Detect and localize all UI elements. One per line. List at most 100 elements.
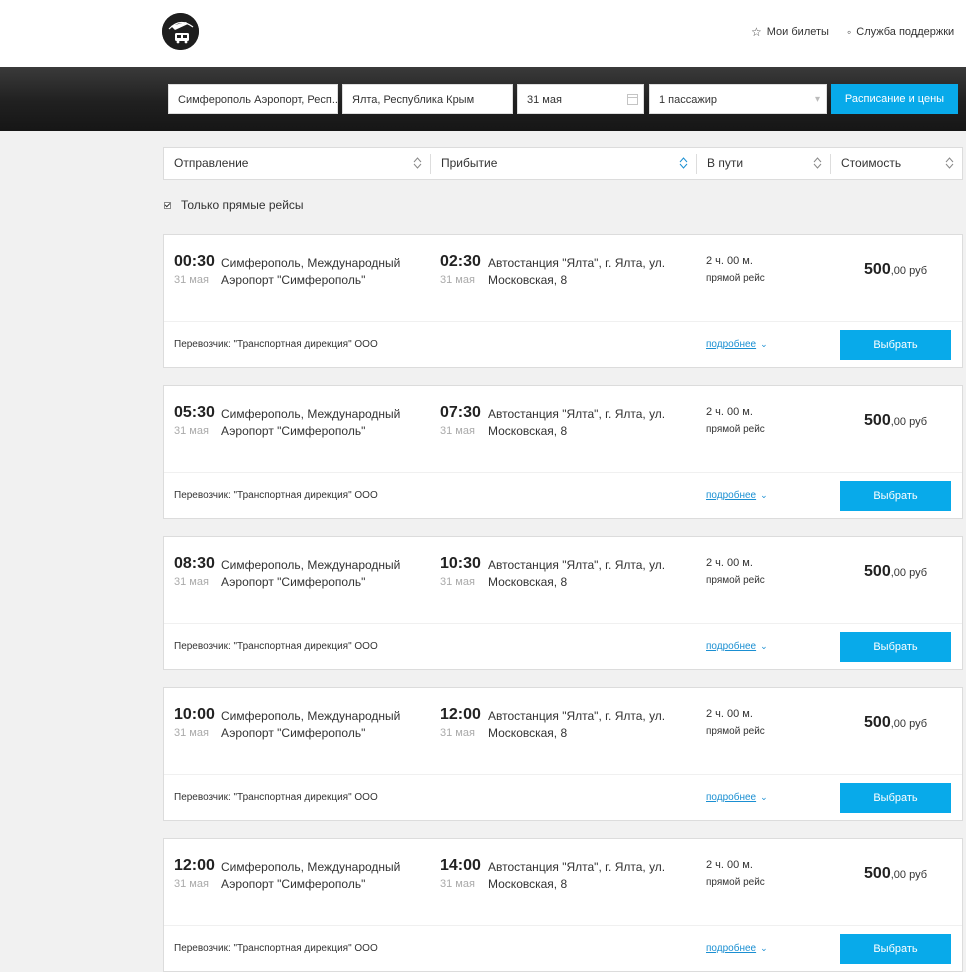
price-currency: руб [909,416,927,428]
details-link[interactable]: подробнее ⌄ [706,943,768,954]
chevron-down-icon: ⌄ [760,641,768,651]
arrival-date: 31 мая [440,274,475,286]
details-label: подробнее [706,943,757,954]
price-currency: руб [909,718,927,730]
trip-price: 500,00 руб [864,412,927,430]
carrier: Перевозчик: "Транспортная дирекция" ООО [174,792,378,803]
calendar-icon[interactable] [627,94,638,105]
price-decimal: ,00 [890,718,907,730]
select-button[interactable]: Выбрать [840,934,951,964]
carrier: Перевозчик: "Транспортная дирекция" ООО [174,641,378,652]
chevron-down-icon: ⌄ [760,339,768,349]
trip-price: 500,00 руб [864,865,927,883]
logo[interactable] [162,13,199,50]
price-integer: 500 [864,261,891,278]
departure-place: Симферополь, Международный Аэропорт "Сим… [221,407,401,438]
arrival-date: 31 мая [440,878,475,890]
to-field[interactable]: Ялта, Республика Крым [342,84,513,114]
carrier: Перевозчик: "Транспортная дирекция" ООО [174,490,378,501]
departure-time: 00:30 [174,253,215,270]
price-integer: 500 [864,714,891,731]
departure-date: 31 мая [174,576,209,588]
from-field[interactable]: Симферополь Аэропорт, Респ.. [168,84,338,114]
trip-price: 500,00 руб [864,261,927,279]
trip-card: 12:00 31 мая Симферополь, Международный … [163,838,963,972]
select-button[interactable]: Выбрать [840,632,951,662]
departure-time: 12:00 [174,857,215,874]
departure-date: 31 мая [174,274,209,286]
divider [164,623,962,624]
divider [164,774,962,775]
price-currency: руб [909,265,927,277]
logo-icon [162,13,199,50]
sort-arrival[interactable]: Прибытие [431,148,696,179]
departure-date: 31 мая [174,878,209,890]
sort-price-label: Стоимость [841,156,902,170]
date-field[interactable]: 31 мая [517,84,644,114]
trip-card: 05:30 31 мая Симферополь, Международный … [163,385,963,519]
trip-type: прямой рейс [706,877,765,888]
sort-bar: Отправление Прибытие В пути Стоимость [163,147,963,180]
departure-time: 05:30 [174,404,215,421]
price-currency: руб [909,567,927,579]
support-link[interactable]: ◦ Служба поддержки [847,25,954,39]
sort-duration[interactable]: В пути [697,148,830,179]
details-link[interactable]: подробнее ⌄ [706,490,768,501]
departure-time: 08:30 [174,555,215,572]
price-currency: руб [909,869,927,881]
divider [164,472,962,473]
arrival-time: 14:00 [440,857,481,874]
select-button[interactable]: Выбрать [840,481,951,511]
trip-duration: 2 ч. 00 м. [706,859,753,871]
price-decimal: ,00 [890,869,907,881]
trip-duration: 2 ч. 00 м. [706,406,753,418]
trip-duration: 2 ч. 00 м. [706,708,753,720]
support-label: Служба поддержки [856,26,955,38]
carrier: Перевозчик: "Транспортная дирекция" ООО [174,339,378,350]
departure-place: Симферополь, Международный Аэропорт "Сим… [221,558,401,589]
select-button[interactable]: Выбрать [840,330,951,360]
sort-arrows-icon [945,157,954,169]
arrival-place: Автостанция "Ялта", г. Ялта, ул. Московс… [488,558,666,589]
trip-price: 500,00 руб [864,563,927,581]
trip-duration: 2 ч. 00 м. [706,557,753,569]
arrival-place: Автостанция "Ялта", г. Ялта, ул. Московс… [488,860,666,891]
arrival-place: Автостанция "Ялта", г. Ялта, ул. Московс… [488,256,666,287]
passengers-select[interactable]: 1 пассажир ▾ [649,84,827,114]
to-value: Ялта, Республика Крым [352,94,475,106]
divider [164,925,962,926]
details-link[interactable]: подробнее ⌄ [706,339,768,350]
date-value: 31 мая [527,94,562,106]
price-integer: 500 [864,412,891,429]
search-button[interactable]: Расписание и цены [831,84,958,114]
details-label: подробнее [706,339,757,350]
select-button[interactable]: Выбрать [840,783,951,813]
arrival-time: 12:00 [440,706,481,723]
sort-arrows-icon [813,157,822,169]
departure-place: Симферополь, Международный Аэропорт "Сим… [221,256,401,287]
chevron-down-icon: ⌄ [760,943,768,953]
direct-only-label: Только прямые рейсы [181,198,304,212]
sort-price[interactable]: Стоимость [831,148,962,179]
my-tickets-link[interactable]: ☆ Мои билеты [751,25,829,39]
direct-only-checkbox[interactable] [164,201,171,209]
arrival-place: Автостанция "Ялта", г. Ялта, ул. Московс… [488,407,666,438]
departure-place: Симферополь, Международный Аэропорт "Сим… [221,709,401,740]
sort-arrows-icon [413,157,422,169]
trip-card: 00:30 31 мая Симферополь, Международный … [163,234,963,368]
direct-only-filter[interactable]: Только прямые рейсы [164,198,304,212]
arrival-time: 10:30 [440,555,481,572]
price-decimal: ,00 [890,416,907,428]
arrival-date: 31 мая [440,576,475,588]
sort-departure-label: Отправление [174,156,249,170]
sort-departure[interactable]: Отправление [164,148,430,179]
divider [164,321,962,322]
details-label: подробнее [706,792,757,803]
details-link[interactable]: подробнее ⌄ [706,792,768,803]
departure-time: 10:00 [174,706,215,723]
top-header: ☆ Мои билеты ◦ Служба поддержки [0,0,966,67]
details-link[interactable]: подробнее ⌄ [706,641,768,652]
chevron-down-icon: ⌄ [760,792,768,802]
search-bar: Симферополь Аэропорт, Респ.. Ялта, Респу… [0,67,966,131]
arrival-date: 31 мая [440,727,475,739]
